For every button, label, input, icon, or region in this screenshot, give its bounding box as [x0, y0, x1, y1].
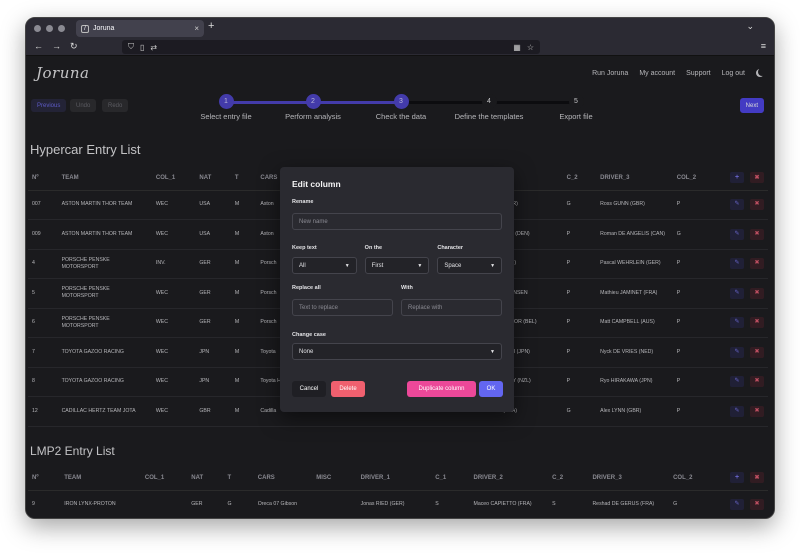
caret-down-icon: ▼: [490, 262, 496, 269]
change-case-label: Change case: [292, 332, 326, 338]
replace-labels: Replace all With: [292, 285, 502, 291]
app-content: Joruna Run Joruna My account Support Log…: [26, 56, 774, 518]
new-tab-button[interactable]: +: [208, 20, 214, 32]
keep-text-label: Keep text: [292, 245, 317, 251]
url-bar: ← → ↻ ⛉ ▯ ⇄ ▦ ☆ ≡: [26, 38, 774, 56]
edit-column-modal: Edit column Rename New name Keep text On…: [280, 167, 514, 412]
select-value: Space: [444, 262, 462, 269]
tab-bar: / Joruna × + ⌄: [26, 18, 774, 38]
duplicate-column-button[interactable]: Duplicate column: [407, 381, 476, 397]
tab-list-chevron-icon[interactable]: ⌄: [746, 21, 754, 32]
keep-text-select[interactable]: All ▼: [292, 257, 357, 274]
replace-inputs: Text to replace Replace with: [292, 299, 502, 316]
caret-down-icon: ▼: [344, 262, 350, 269]
rename-input[interactable]: New name: [292, 213, 502, 230]
cancel-button[interactable]: Cancel: [292, 381, 326, 397]
maximize-window-dot[interactable]: [58, 24, 65, 32]
on-the-select[interactable]: First ▼: [364, 257, 430, 274]
favicon-icon: /: [81, 24, 89, 33]
caret-down-icon: ▼: [417, 262, 423, 269]
minimize-window-dot[interactable]: [46, 24, 53, 32]
on-the-label: On the: [364, 245, 383, 251]
modal-title: Edit column: [292, 179, 341, 189]
select-value: None: [299, 348, 314, 355]
grid-icon[interactable]: ▦: [513, 43, 521, 52]
change-case-select[interactable]: None ▼: [292, 343, 502, 360]
keep-text-selects: All ▼ First ▼ Space ▼: [292, 257, 503, 274]
nav-controls: ← → ↻: [26, 41, 116, 52]
delete-button[interactable]: Delete: [331, 381, 365, 397]
page-icon: ▯: [140, 42, 145, 52]
caret-down-icon: ▼: [490, 348, 495, 355]
bookmark-star-icon[interactable]: ☆: [527, 43, 534, 52]
address-field[interactable]: ⛉ ▯ ⇄ ▦ ☆: [122, 40, 540, 54]
browser-window: / Joruna × + ⌄ ← → ↻ ⛉ ▯ ⇄ ▦ ☆ ≡ Joruna …: [25, 17, 775, 519]
permissions-icon[interactable]: ⇄: [150, 43, 157, 52]
with-label: With: [401, 285, 413, 291]
replace-all-label: Replace all: [292, 285, 321, 291]
browser-tab[interactable]: / Joruna ×: [76, 20, 204, 37]
app-menu-icon[interactable]: ≡: [761, 41, 766, 51]
character-select[interactable]: Space ▼: [437, 257, 503, 274]
tab-close-icon[interactable]: ×: [194, 24, 199, 33]
character-label: Character: [437, 245, 464, 251]
tab-title: Joruna: [93, 25, 115, 32]
back-icon[interactable]: ←: [34, 41, 43, 52]
select-value: First: [371, 262, 384, 269]
replace-with-input[interactable]: Replace with: [401, 299, 502, 316]
reload-icon[interactable]: ↻: [70, 41, 78, 52]
text-to-replace-input[interactable]: Text to replace: [292, 299, 393, 316]
ok-button[interactable]: OK: [479, 381, 503, 397]
close-window-dot[interactable]: [34, 24, 41, 32]
rename-label: Rename: [292, 199, 314, 205]
keep-text-row: Keep text On the Character: [292, 245, 502, 251]
select-value: All: [299, 262, 306, 269]
forward-icon[interactable]: →: [52, 41, 61, 52]
shield-icon[interactable]: ⛉: [128, 42, 134, 52]
